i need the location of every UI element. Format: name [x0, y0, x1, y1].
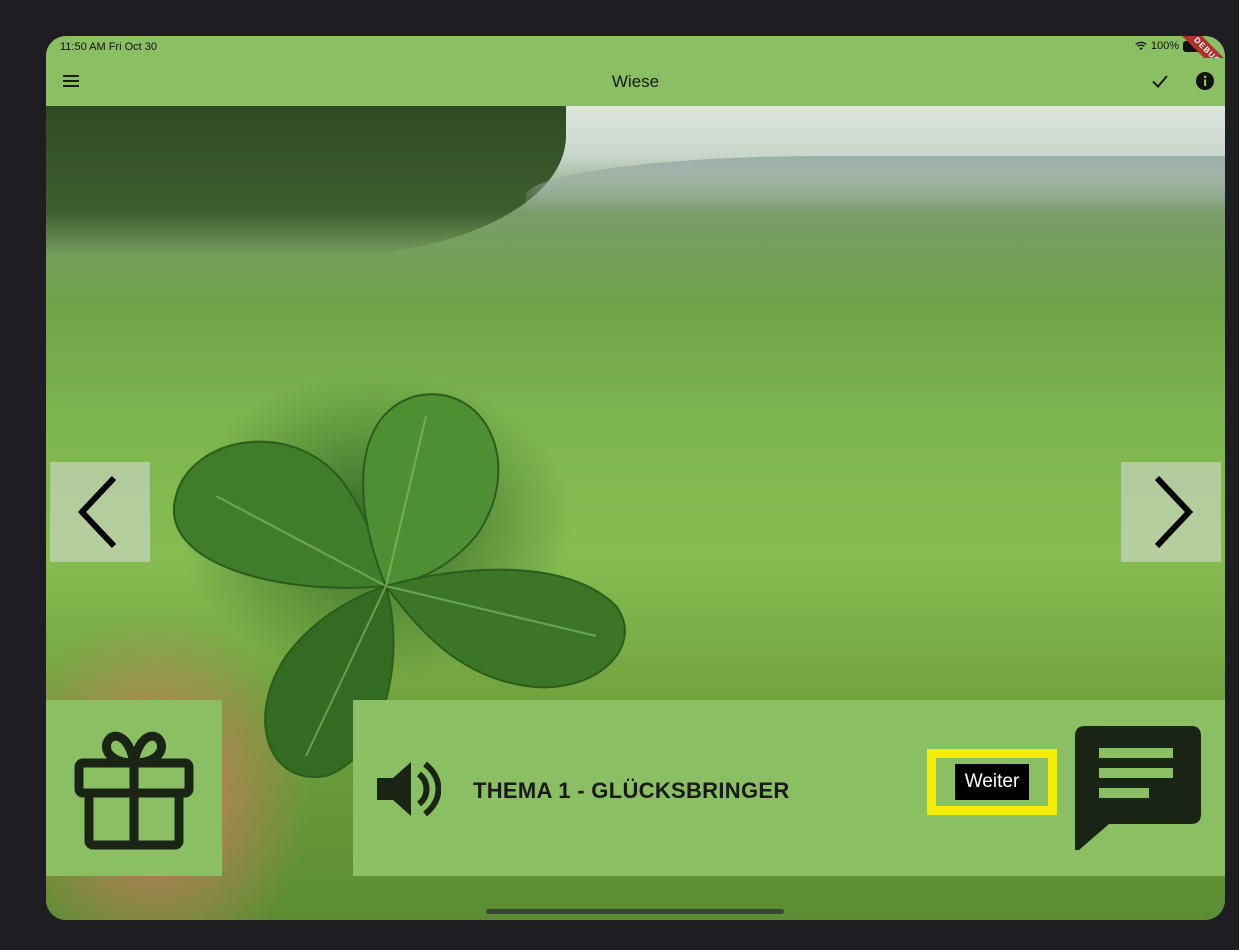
info-icon[interactable] — [1195, 71, 1215, 91]
status-bar: 11:50 AM Fri Oct 30 100% DEBUG — [46, 36, 1225, 85]
topic-panel: THEMA 1 - GLÜCKSBRINGER Weiter — [353, 700, 1225, 876]
topic-title: THEMA 1 - GLÜCKSBRINGER — [473, 778, 790, 803]
chevron-left-icon — [77, 475, 117, 549]
page-title: Wiese — [611, 72, 660, 91]
wifi-icon — [1135, 41, 1147, 50]
weiter-button-label: Weiter — [954, 764, 1030, 800]
chat-message-icon[interactable] — [1073, 724, 1203, 852]
speaker-icon[interactable] — [371, 754, 441, 824]
status-time: 11:50 AM Fri Oct 30 — [60, 41, 158, 53]
device-frame: 11:50 AM Fri Oct 30 100% DEBUG Wiese THE… — [0, 0, 1239, 950]
background-hills — [526, 156, 1225, 216]
next-page-button[interactable] — [1121, 462, 1221, 562]
weiter-button[interactable]: Weiter — [936, 758, 1048, 806]
weiter-highlight: Weiter — [927, 749, 1057, 815]
chevron-right-icon — [1154, 475, 1194, 549]
app-bar: Wiese — [46, 58, 1225, 106]
checkmark-icon[interactable] — [1149, 70, 1171, 92]
gift-icon — [74, 731, 194, 850]
previous-button[interactable] — [50, 462, 150, 562]
home-indicator — [486, 909, 784, 914]
gift-button[interactable] — [46, 700, 222, 876]
app-screen: 11:50 AM Fri Oct 30 100% DEBUG Wiese THE… — [46, 36, 1225, 920]
background-trees — [46, 106, 566, 256]
battery-percent: 100% — [1150, 40, 1179, 52]
